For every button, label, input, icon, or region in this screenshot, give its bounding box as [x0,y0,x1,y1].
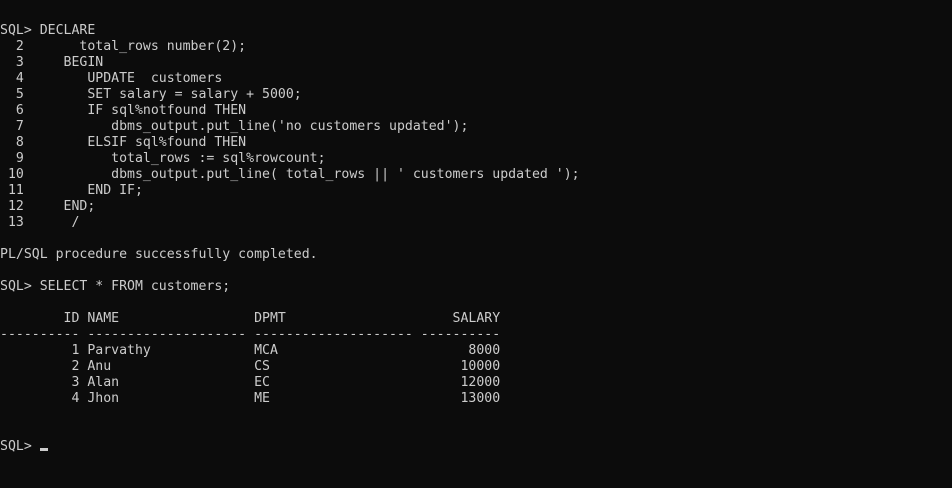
terminal-line: 10 dbms_output.put_line( total_rows || '… [0,167,580,182]
table-row: 3 Alan EC 12000 [0,375,501,390]
table-header: ID NAME DPMT SALARY [0,311,501,326]
terminal-line: 12 END; [0,199,96,214]
terminal-line: 3 BEGIN [0,55,104,70]
terminal-line: 8 ELSIF sql%found THEN [0,135,247,150]
terminal-line: SQL> DECLARE [0,23,96,38]
terminal-line: 9 total_rows := sql%rowcount; [0,151,326,166]
table-separator: ---------- -------------------- --------… [0,327,501,342]
terminal-line: 4 UPDATE customers [0,71,223,86]
terminal-line: PL/SQL procedure successfully completed. [0,247,318,262]
terminal-window[interactable]: SQL> DECLARE 2 total_rows number(2); 3 B… [0,0,952,488]
table-row: 2 Anu CS 10000 [0,359,501,374]
prompt-line[interactable]: SQL> [0,439,952,455]
table-row: 1 Parvathy MCA 8000 [0,343,501,358]
table-row: 4 Jhon ME 13000 [0,391,501,406]
terminal-line: 11 END IF; [0,183,143,198]
terminal-line: 5 SET salary = salary + 5000; [0,87,302,102]
sql-prompt: SQL> [0,439,32,454]
terminal-line: 7 dbms_output.put_line('no customers upd… [0,119,469,134]
terminal-line: SQL> SELECT * FROM customers; [0,279,231,294]
terminal-line: 13 / [0,215,80,230]
terminal-line: 2 total_rows number(2); [0,39,247,54]
text-cursor [39,448,48,451]
terminal-line: 6 IF sql%notfound THEN [0,103,247,118]
